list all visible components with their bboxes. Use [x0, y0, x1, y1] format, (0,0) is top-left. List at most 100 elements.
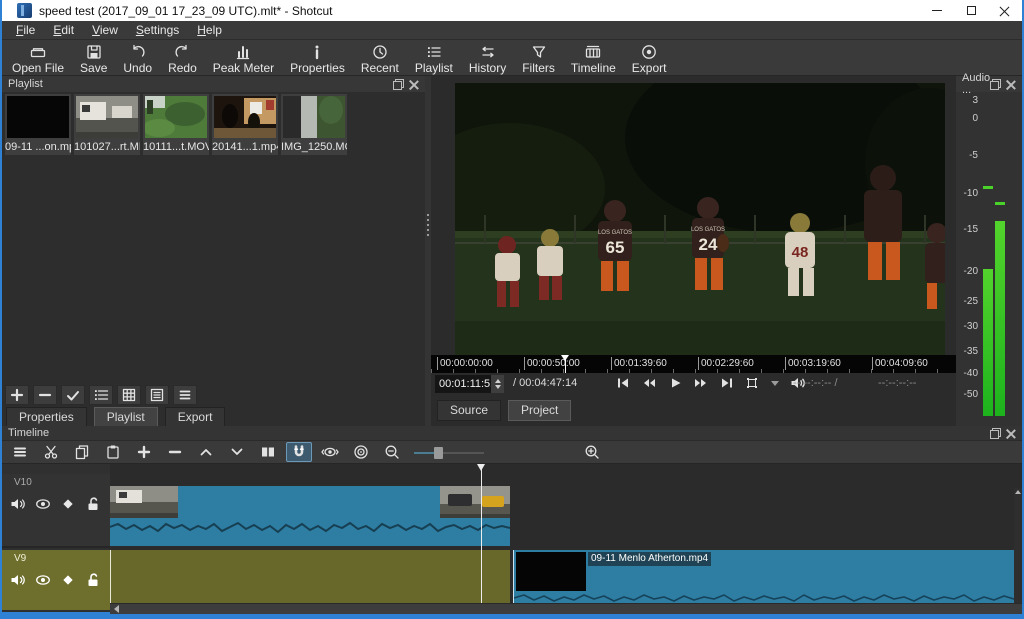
playlist-close-icon[interactable] — [408, 79, 419, 90]
timeline-playhead[interactable] — [481, 464, 482, 603]
zoom-in-button[interactable] — [579, 442, 605, 462]
timeline-clip-v9-menlo[interactable]: 09-11 Menlo Atherton.mp4 — [513, 550, 1022, 603]
overwrite-button[interactable] — [224, 442, 250, 462]
cut-button[interactable] — [38, 442, 64, 462]
lock-icon[interactable] — [85, 572, 101, 588]
clip-thumbnail-start — [110, 486, 178, 518]
playlist-button[interactable]: Playlist — [407, 42, 461, 77]
db-label: -10 — [956, 188, 978, 199]
position-spinbox[interactable]: 00:01:11:51 — [435, 375, 505, 393]
copy-button[interactable] — [69, 442, 95, 462]
menu-settings[interactable]: Settings — [127, 21, 188, 39]
menu-edit[interactable]: Edit — [44, 21, 83, 39]
zoom-out-button[interactable] — [379, 442, 405, 462]
meter-bar-left — [983, 269, 993, 416]
filters-button[interactable]: Filters — [514, 42, 563, 77]
timeline-button[interactable]: Timeline — [563, 42, 624, 77]
timeline-float-icon[interactable] — [990, 428, 1001, 439]
tab-export[interactable]: Export — [165, 407, 226, 428]
open-file-button[interactable]: Open File — [4, 42, 72, 77]
preview-playhead[interactable] — [565, 355, 566, 373]
playlist-panel-header: Playlist — [2, 76, 425, 92]
skip-start-button[interactable] — [616, 376, 630, 390]
scrub-tick: 00:00:00:00 — [437, 357, 493, 370]
close-button[interactable] — [988, 0, 1022, 21]
hide-icon[interactable] — [35, 572, 51, 588]
playlist-add-button[interactable] — [5, 385, 29, 405]
redo-button[interactable]: Redo — [160, 42, 205, 77]
zoom-fit-dropdown-icon[interactable] — [771, 381, 779, 386]
append-button[interactable] — [131, 442, 157, 462]
menu-file[interactable]: File — [7, 21, 44, 39]
paste-button[interactable] — [100, 442, 126, 462]
mute-icon[interactable] — [10, 496, 26, 512]
playlist-item[interactable]: IMG_1250.MOV — [281, 94, 347, 155]
timeline-close-icon[interactable] — [1005, 428, 1016, 439]
video-frame[interactable]: LOS GATOS 65 LOS GATOS 24 — [455, 83, 945, 355]
skip-end-button[interactable] — [720, 376, 734, 390]
playlist-item[interactable]: 101027...rt.MP4 — [74, 94, 140, 155]
timeline-menu-button[interactable] — [7, 442, 33, 462]
timeline-horizontal-scrollbar[interactable] — [110, 603, 1022, 614]
position-spinner[interactable] — [491, 375, 504, 393]
history-button[interactable]: History — [461, 42, 514, 77]
tab-playlist[interactable]: Playlist — [94, 407, 158, 428]
scrub-while-dragging-toggle[interactable] — [317, 442, 343, 462]
position-value[interactable]: 00:01:11:51 — [435, 375, 491, 393]
scroll-up-icon[interactable] — [1015, 490, 1021, 494]
redo-label: Redo — [168, 61, 197, 75]
timeline-clip-v10[interactable] — [110, 486, 510, 546]
rewind-button[interactable] — [641, 376, 657, 390]
tab-properties[interactable]: Properties — [6, 407, 87, 428]
view-icons-button[interactable] — [145, 385, 169, 405]
fast-forward-button[interactable] — [693, 376, 709, 390]
meter-bar-right — [995, 221, 1005, 416]
composite-icon[interactable] — [60, 572, 76, 588]
playlist-label: Playlist — [415, 61, 453, 75]
view-tiles-button[interactable] — [117, 385, 141, 405]
timeline-clip-v9-olive[interactable] — [110, 550, 510, 603]
minimize-button[interactable] — [920, 0, 954, 21]
play-button[interactable] — [668, 376, 682, 390]
playlist-float-icon[interactable] — [393, 79, 404, 90]
ripple-toggle[interactable] — [348, 442, 374, 462]
ripple-delete-button[interactable] — [162, 442, 188, 462]
snap-toggle[interactable] — [286, 442, 312, 462]
menu-help[interactable]: Help — [188, 21, 231, 39]
preview-scrub-ruler[interactable]: 00:00:00:00 00:00:50:00 00:01:39:60 00:0… — [431, 355, 956, 373]
lift-button[interactable] — [193, 442, 219, 462]
audio-float-icon[interactable] — [990, 79, 1001, 90]
zoom-fit-button[interactable] — [745, 376, 760, 390]
history-label: History — [469, 61, 506, 75]
mute-icon[interactable] — [10, 572, 26, 588]
undo-button[interactable]: Undo — [115, 42, 160, 77]
save-button[interactable]: Save — [72, 42, 115, 77]
track-header-v10[interactable]: V10 — [2, 474, 110, 548]
timeline-vertical-scrollbar[interactable] — [1014, 488, 1022, 603]
menu-view[interactable]: View — [83, 21, 127, 39]
export-button[interactable]: Export — [624, 42, 675, 77]
playlist-item[interactable]: 20141...1.mp4 — [212, 94, 278, 155]
timeline-zoom-slider[interactable] — [414, 446, 484, 459]
audio-close-icon[interactable] — [1005, 79, 1016, 90]
slider-handle[interactable] — [434, 447, 443, 459]
view-details-button[interactable] — [89, 385, 113, 405]
tab-source[interactable]: Source — [437, 400, 501, 421]
playlist-item[interactable]: 10111...t.MOV — [143, 94, 209, 155]
properties-button[interactable]: Properties — [282, 42, 353, 77]
peak-meter-button[interactable]: Peak Meter — [205, 42, 282, 77]
playlist-menu-button[interactable] — [173, 385, 197, 405]
recent-button[interactable]: Recent — [353, 42, 407, 77]
titlebar[interactable]: speed test (2017_09_01 17_23_09 UTC).mlt… — [2, 0, 1022, 21]
tab-project[interactable]: Project — [508, 400, 571, 421]
hide-icon[interactable] — [35, 496, 51, 512]
playlist-update-button[interactable] — [61, 385, 85, 405]
playlist-item[interactable]: 09-11 ...on.mp4 — [5, 94, 71, 155]
maximize-button[interactable] — [954, 0, 988, 21]
lock-icon[interactable] — [85, 496, 101, 512]
composite-icon[interactable] — [60, 496, 76, 512]
scroll-left-icon[interactable] — [114, 605, 119, 613]
track-header-v9[interactable]: V9 — [2, 550, 110, 610]
split-button[interactable] — [255, 442, 281, 462]
playlist-remove-button[interactable] — [33, 385, 57, 405]
